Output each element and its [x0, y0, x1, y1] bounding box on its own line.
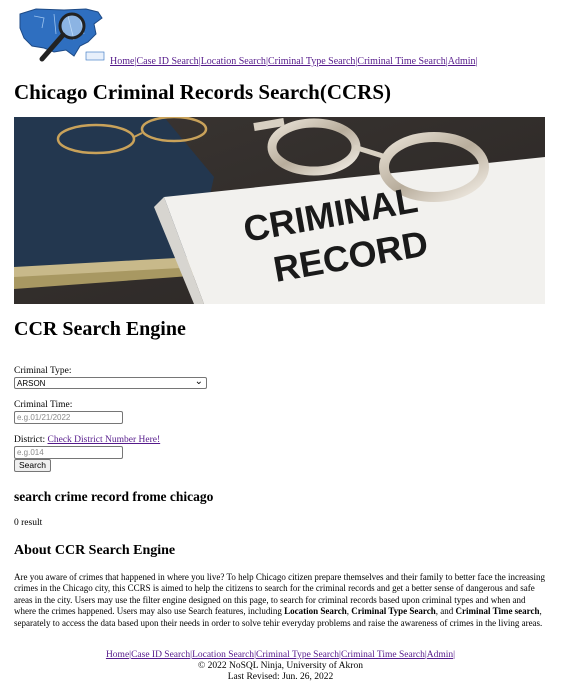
site-logo[interactable]	[14, 4, 108, 66]
footer-nav: Home|Case ID Search|Location Search|Crim…	[0, 650, 561, 661]
footer-nav-location-search[interactable]: Location Search	[192, 650, 254, 660]
result-count: 0 result	[14, 518, 43, 528]
search-form: Criminal Type: ARSON ⌄ Criminal Time: Di…	[14, 365, 314, 472]
header: Home|Case ID Search|Location Search|Crim…	[14, 4, 554, 68]
about-text-part: , and	[435, 606, 456, 617]
nav-criminal-time-search[interactable]: Criminal Time Search	[357, 56, 445, 67]
check-district-link[interactable]: Check District Number Here!	[48, 435, 161, 445]
footer-nav-home[interactable]: Home	[106, 650, 129, 660]
about-paragraph: Are you aware of crimes that happened in…	[14, 572, 547, 629]
about-bold-location-search: Location Search	[284, 606, 347, 617]
last-revised: Last Revised: Jun. 26, 2022	[227, 672, 334, 682]
footer-nav-criminal-type-search[interactable]: Criminal Type Search	[256, 650, 339, 660]
search-engine-title: CCR Search Engine	[14, 318, 186, 340]
nav-separator: |	[453, 650, 456, 660]
about-bold-criminal-type-search: Criminal Type Search	[351, 606, 436, 617]
criminal-type-label: Criminal Type:	[14, 366, 72, 376]
about-title: About CCR Search Engine	[14, 543, 176, 558]
criminal-type-select-wrapper: ARSON ⌄	[14, 376, 207, 389]
nav-admin[interactable]: Admin	[448, 56, 476, 67]
footer-nav-admin[interactable]: Admin	[427, 650, 453, 660]
district-label-line: District: Check District Number Here!	[14, 434, 314, 446]
district-input[interactable]	[14, 446, 123, 459]
nav-case-id-search[interactable]: Case ID Search	[136, 56, 198, 67]
page-title: Chicago Criminal Records Search(CCRS)	[14, 80, 391, 104]
district-label: District:	[14, 435, 46, 445]
nav-home[interactable]: Home	[110, 56, 134, 67]
criminal-type-select[interactable]: ARSON	[14, 377, 207, 389]
criminal-time-input[interactable]	[14, 411, 123, 424]
hero-image: CRIMINAL RECORD	[14, 117, 545, 304]
footer-nav-criminal-time-search[interactable]: Criminal Time Search	[341, 650, 425, 660]
nav-criminal-type-search[interactable]: Criminal Type Search	[268, 56, 355, 67]
criminal-time-label: Criminal Time:	[14, 400, 73, 410]
about-bold-criminal-time-search: Criminal Time search	[455, 606, 540, 617]
footer: Home|Case ID Search|Location Search|Crim…	[0, 650, 561, 683]
top-nav: Home|Case ID Search|Location Search|Crim…	[110, 56, 478, 67]
results-title: search crime record frome chicago	[14, 489, 214, 504]
footer-nav-case-id-search[interactable]: Case ID Search	[131, 650, 190, 660]
nav-location-search[interactable]: Location Search	[201, 56, 266, 67]
nav-separator: |	[475, 56, 478, 67]
search-button[interactable]: Search	[14, 459, 51, 472]
copyright: © 2022 NoSQL Ninja, University of Akron	[198, 661, 363, 671]
